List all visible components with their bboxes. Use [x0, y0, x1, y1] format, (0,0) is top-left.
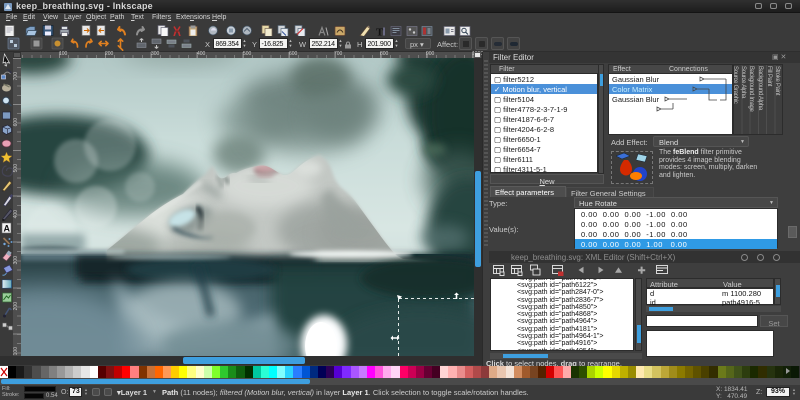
svg-text:A: A: [4, 224, 11, 234]
